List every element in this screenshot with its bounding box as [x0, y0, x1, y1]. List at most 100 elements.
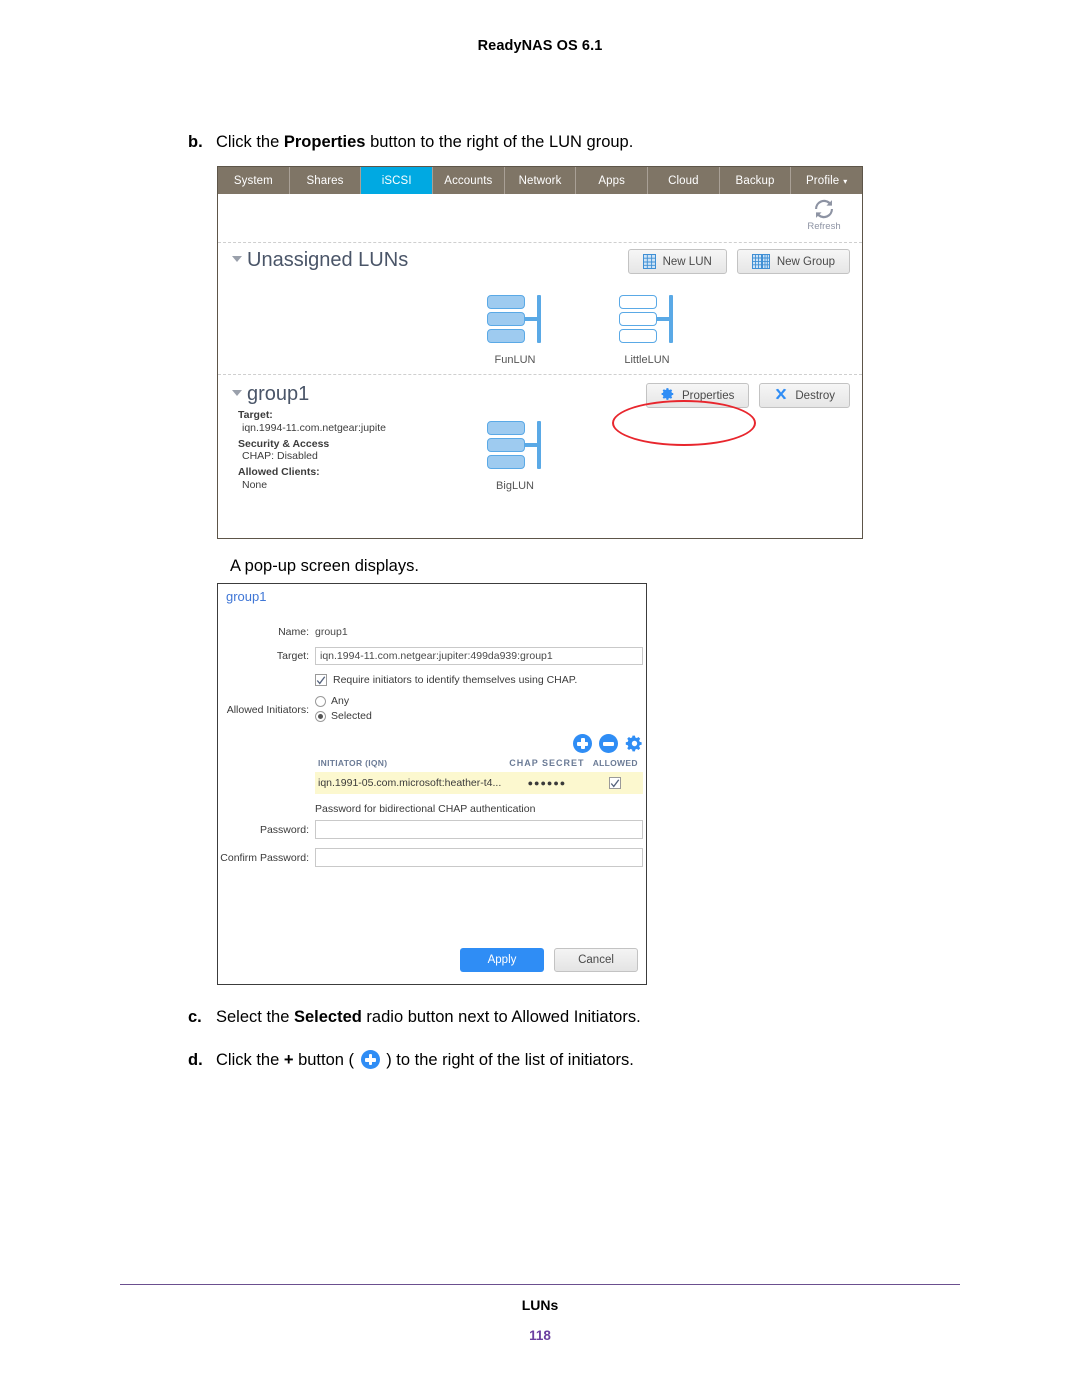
- main-tab-bar: System Shares iSCSI Accounts Network App…: [218, 167, 862, 194]
- unassigned-luns-header: Unassigned LUNs New LUN New Group: [218, 243, 862, 289]
- lun-label: BigLUN: [496, 480, 534, 492]
- dialog-title: group1: [226, 589, 267, 604]
- step-c-bold: Selected: [293, 1008, 362, 1026]
- lun-stack-icon: [487, 421, 543, 473]
- new-group-button[interactable]: New Group: [736, 249, 850, 274]
- add-icon: [360, 1050, 380, 1069]
- step-c: c. Select the Selected radio button next…: [188, 1007, 641, 1028]
- radio-option-any[interactable]: Any: [315, 695, 372, 707]
- unassigned-luns-title-row[interactable]: Unassigned LUNs: [232, 249, 408, 272]
- table-row[interactable]: iqn.1991-05.com.microsoft:heather-t4... …: [315, 772, 643, 794]
- radio-option-selected[interactable]: Selected: [315, 710, 372, 722]
- lun-item-biglun[interactable]: BigLUN: [471, 421, 559, 492]
- multi-grid-icon: [751, 254, 770, 269]
- confirm-password-input[interactable]: [315, 848, 643, 867]
- step-b-text: Click the Properties button to the right…: [216, 132, 633, 153]
- step-d: d. Click the + button ( ) to the right o…: [188, 1050, 634, 1071]
- step-d-text-mid: button (: [293, 1051, 359, 1069]
- password-row: Password:: [218, 820, 648, 839]
- tab-backup-label: Backup: [735, 174, 775, 187]
- name-row: Name: group1: [218, 626, 648, 638]
- group1-properties-dialog: group1 Name: group1 Target: iqn.1994-11.…: [217, 583, 647, 985]
- collapse-triangle-icon[interactable]: [232, 256, 242, 262]
- chap-checkbox[interactable]: [315, 674, 327, 686]
- lun-label: LittleLUN: [624, 354, 670, 366]
- tab-cloud[interactable]: Cloud: [648, 167, 720, 194]
- initiators-table-header: INITIATOR (IQN) CHAP SECRET ALLOWED: [315, 758, 643, 772]
- group1-title: group1: [247, 383, 310, 405]
- tab-profile[interactable]: Profile ▾: [791, 167, 862, 194]
- tab-accounts[interactable]: Accounts: [433, 167, 505, 194]
- unassigned-luns-title: Unassigned LUNs: [247, 249, 409, 271]
- chap-checkbox-row: Require initiators to identify themselve…: [218, 674, 648, 686]
- step-d-text: Click the + button ( ) to the right of t…: [216, 1050, 634, 1071]
- cell-initiator-iqn: iqn.1991-05.com.microsoft:heather-t4...: [318, 777, 502, 789]
- tab-apps[interactable]: Apps: [576, 167, 649, 194]
- name-value: group1: [315, 626, 348, 638]
- column-initiator-iqn: INITIATOR (IQN): [318, 758, 388, 768]
- tab-iscsi[interactable]: iSCSI: [361, 167, 434, 194]
- unassigned-luns-list: FunLUN LittleLUN: [218, 289, 862, 374]
- password-input[interactable]: [315, 820, 643, 839]
- lun-item-funlun[interactable]: FunLUN: [471, 295, 559, 366]
- new-lun-button[interactable]: New LUN: [627, 249, 727, 274]
- group1-clients-key: Allowed Clients:: [238, 466, 320, 479]
- popup-note: A pop-up screen displays.: [230, 557, 419, 575]
- unassigned-luns-actions: New LUN New Group: [627, 249, 850, 274]
- chap-checkbox-line[interactable]: Require initiators to identify themselve…: [315, 674, 577, 686]
- bidirectional-chap-note: Password for bidirectional CHAP authenti…: [315, 803, 536, 815]
- initiators-table: INITIATOR (IQN) CHAP SECRET ALLOWED iqn.…: [315, 758, 643, 794]
- cell-allowed: [588, 777, 643, 789]
- footer-divider: [120, 1284, 960, 1285]
- tab-profile-label: Profile: [806, 174, 840, 187]
- page-toolbar: Refresh: [218, 194, 862, 243]
- destroy-button[interactable]: Destroy: [759, 383, 850, 408]
- target-row: Target: iqn.1994-11.com.netgear:jupiter:…: [218, 647, 648, 665]
- tab-system[interactable]: System: [218, 167, 290, 194]
- tab-backup[interactable]: Backup: [720, 167, 792, 194]
- tab-network[interactable]: Network: [505, 167, 577, 194]
- lun-item-littlelun[interactable]: LittleLUN: [603, 295, 691, 366]
- group1-section: group1 Properties Destroy Target: iqn.19…: [218, 375, 862, 505]
- x-icon: [774, 387, 788, 404]
- add-icon[interactable]: [573, 734, 592, 753]
- radio-any[interactable]: [315, 695, 326, 707]
- allowed-initiators-radio-group: Any Selected: [315, 695, 372, 725]
- group1-title-row[interactable]: group1: [232, 383, 309, 406]
- password-label: Password:: [259, 823, 309, 836]
- step-b-marker: b.: [188, 133, 203, 151]
- collapse-triangle-icon[interactable]: [232, 390, 242, 396]
- lun-stack-icon: [487, 295, 543, 347]
- step-c-text-before: Select the: [216, 1008, 294, 1026]
- radio-selected[interactable]: [315, 710, 326, 722]
- new-lun-label: New LUN: [662, 255, 712, 268]
- properties-button[interactable]: Properties: [645, 383, 750, 408]
- refresh-label: Refresh: [807, 221, 841, 232]
- apply-button[interactable]: Apply: [460, 948, 544, 972]
- target-input[interactable]: iqn.1994-11.com.netgear:jupiter:499da939…: [315, 647, 643, 665]
- confirm-password-label: Confirm Password:: [220, 851, 309, 864]
- remove-icon[interactable]: [599, 734, 618, 753]
- refresh-icon: [798, 198, 850, 220]
- allowed-initiators-label: Allowed Initiators:: [226, 704, 309, 716]
- footer-title: LUNs: [521, 1297, 559, 1313]
- step-c-text-after: radio button next to Allowed Initiators.: [361, 1008, 641, 1026]
- group1-security-value: CHAP: Disabled: [242, 450, 318, 463]
- properties-label: Properties: [681, 389, 735, 402]
- gear-icon: [661, 387, 675, 404]
- tab-apps-label: Apps: [598, 174, 625, 187]
- step-b-text-after: button to the right of the LUN group.: [365, 133, 634, 151]
- step-d-text-before: Click the: [216, 1051, 284, 1069]
- allowed-checkbox[interactable]: [609, 777, 622, 789]
- cancel-button[interactable]: Cancel: [554, 948, 638, 972]
- target-label: Target:: [276, 650, 309, 662]
- tab-shares[interactable]: Shares: [290, 167, 362, 194]
- radio-selected-label: Selected: [331, 710, 372, 722]
- group1-security-key: Security & Access: [238, 437, 330, 450]
- tab-shares-label: Shares: [306, 174, 344, 187]
- settings-gear-icon[interactable]: [625, 734, 644, 758]
- refresh-button[interactable]: Refresh: [798, 198, 850, 232]
- single-grid-icon: [642, 254, 656, 269]
- initiator-action-icons: [218, 734, 648, 758]
- group1-clients-value: None: [242, 478, 268, 491]
